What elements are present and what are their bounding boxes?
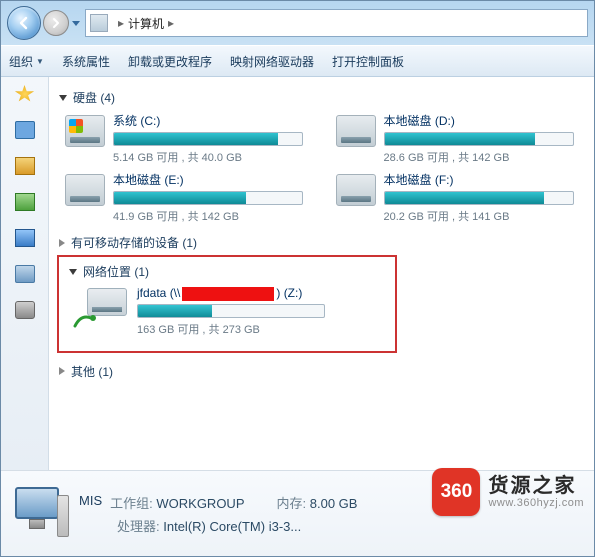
netdrive-suffix: ) (Z:) <box>276 286 302 300</box>
back-button[interactable] <box>7 6 41 40</box>
organize-label: 组织 <box>9 53 33 70</box>
watermark-logo: 360 货源之家 www.360hyzj.com <box>432 468 584 516</box>
network-drive-z[interactable]: jfdata (\\ ) (Z:) 163 GB 可用 , 共 273 GB <box>73 286 385 337</box>
usage-text: 41.9 GB 可用 , 共 142 GB <box>113 208 310 224</box>
usage-bar <box>113 191 303 205</box>
netdrive-prefix: jfdata (\\ <box>137 286 180 300</box>
usage-text: 163 GB 可用 , 共 273 GB <box>137 321 385 337</box>
section-other-label: 其他 (1) <box>71 363 113 380</box>
controlpanel-label: 打开控制面板 <box>332 53 404 70</box>
brand-title: 货源之家 <box>488 475 584 497</box>
drive-d[interactable]: 本地磁盘 (D:) 28.6 GB 可用 , 共 142 GB <box>336 112 581 165</box>
breadcrumb-separator: ▸ <box>168 16 174 30</box>
section-network-location[interactable]: 网络位置 (1) <box>69 263 385 280</box>
usage-bar <box>384 191 574 205</box>
expand-icon <box>59 239 65 247</box>
section-hard-drives[interactable]: 硬盘 (4) <box>59 89 580 106</box>
nav-pane <box>1 77 49 470</box>
section-hdd-label: 硬盘 (4) <box>73 89 115 106</box>
address-bar[interactable]: ▸ 计算机 ▸ <box>85 9 588 37</box>
favorites-icon[interactable] <box>15 85 35 103</box>
details-grid: MIS 工作组: WORKGROUP 内存: 8.00 GB 处理器: Inte… <box>79 493 357 535</box>
drive-c[interactable]: 系统 (C:) 5.14 GB 可用 , 共 40.0 GB <box>65 112 310 165</box>
computer-large-icon <box>11 485 69 543</box>
section-removable[interactable]: 有可移动存储的设备 (1) <box>59 234 580 251</box>
workgroup-value: WORKGROUP <box>156 496 244 511</box>
redacted-server <box>182 287 274 301</box>
section-netloc-label: 网络位置 (1) <box>83 263 149 280</box>
memory-value: 8.00 GB <box>310 496 358 511</box>
collapse-icon <box>59 95 67 101</box>
drive-title: jfdata (\\ ) (Z:) <box>137 286 385 301</box>
usage-text: 28.6 GB 可用 , 共 142 GB <box>384 149 581 165</box>
chevron-down-icon: ▼ <box>36 57 44 66</box>
content-pane: 硬盘 (4) 系统 (C:) 5.14 GB 可用 , 共 40.0 GB 本地… <box>49 77 594 470</box>
cpu-label: 处理器: <box>117 519 160 534</box>
sysprop-label: 系统属性 <box>62 53 110 70</box>
brand-url: www.360hyzj.com <box>488 497 584 509</box>
usage-fill <box>114 133 278 145</box>
main-area: 硬盘 (4) 系统 (C:) 5.14 GB 可用 , 共 40.0 GB 本地… <box>1 77 594 470</box>
breadcrumb-root[interactable]: 计算机 <box>128 15 164 32</box>
pictures-icon[interactable] <box>15 193 35 211</box>
desktop-icon[interactable] <box>15 121 35 139</box>
drive-f[interactable]: 本地磁盘 (F:) 20.2 GB 可用 , 共 141 GB <box>336 171 581 224</box>
expand-icon <box>59 367 65 375</box>
computer-icon <box>90 14 108 32</box>
drive-icon <box>65 174 105 206</box>
usage-bar <box>384 132 574 146</box>
highlight-box: 网络位置 (1) jfdata (\\ <box>57 255 397 353</box>
map-network-drive-button[interactable]: 映射网络驱动器 <box>230 53 314 70</box>
libraries-icon[interactable] <box>15 157 35 175</box>
drive-title: 本地磁盘 (E:) <box>113 171 310 188</box>
memory-label: 内存: <box>277 496 307 511</box>
collapse-icon <box>69 269 77 275</box>
breadcrumb-separator: ▸ <box>118 16 124 30</box>
nav-bar: ▸ 计算机 ▸ <box>1 1 594 45</box>
usage-bar <box>113 132 303 146</box>
usage-bar <box>137 304 325 318</box>
usage-text: 20.2 GB 可用 , 共 141 GB <box>384 208 581 224</box>
network-icon[interactable] <box>15 301 35 319</box>
drive-e[interactable]: 本地磁盘 (E:) 41.9 GB 可用 , 共 142 GB <box>65 171 310 224</box>
explorer-window: ▸ 计算机 ▸ 组织 ▼ 系统属性 卸载或更改程序 映射网络驱动器 打开控制面板 <box>0 0 595 557</box>
drive-title: 系统 (C:) <box>113 112 310 129</box>
uninstall-programs-button[interactable]: 卸载或更改程序 <box>128 53 212 70</box>
history-dropdown[interactable] <box>69 6 83 40</box>
cpu-value: Intel(R) Core(TM) i3-3... <box>163 519 301 534</box>
mapdrive-label: 映射网络驱动器 <box>230 53 314 70</box>
usage-fill <box>385 192 545 204</box>
drive-grid: 系统 (C:) 5.14 GB 可用 , 共 40.0 GB 本地磁盘 (D:)… <box>65 112 580 224</box>
organize-menu[interactable]: 组织 ▼ <box>9 53 44 70</box>
drive-icon <box>336 115 376 147</box>
usage-fill <box>114 192 246 204</box>
computer-icon[interactable] <box>15 265 35 283</box>
system-properties-button[interactable]: 系统属性 <box>62 53 110 70</box>
command-toolbar: 组织 ▼ 系统属性 卸载或更改程序 映射网络驱动器 打开控制面板 <box>1 45 594 77</box>
usage-fill <box>138 305 212 317</box>
section-other[interactable]: 其他 (1) <box>59 363 580 380</box>
section-removable-label: 有可移动存储的设备 (1) <box>71 234 197 251</box>
computer-name: MIS <box>79 493 102 512</box>
drive-title: 本地磁盘 (F:) <box>384 171 581 188</box>
brand-badge: 360 <box>432 468 480 516</box>
uninstall-label: 卸载或更改程序 <box>128 53 212 70</box>
drive-title: 本地磁盘 (D:) <box>384 112 581 129</box>
usage-fill <box>385 133 535 145</box>
usage-text: 5.14 GB 可用 , 共 40.0 GB <box>113 149 310 165</box>
network-drive-icon <box>73 288 127 328</box>
forward-button[interactable] <box>43 10 69 36</box>
music-icon[interactable] <box>15 229 35 247</box>
drive-icon <box>336 174 376 206</box>
drive-icon <box>65 115 105 147</box>
workgroup-label: 工作组: <box>110 496 153 511</box>
open-control-panel-button[interactable]: 打开控制面板 <box>332 53 404 70</box>
